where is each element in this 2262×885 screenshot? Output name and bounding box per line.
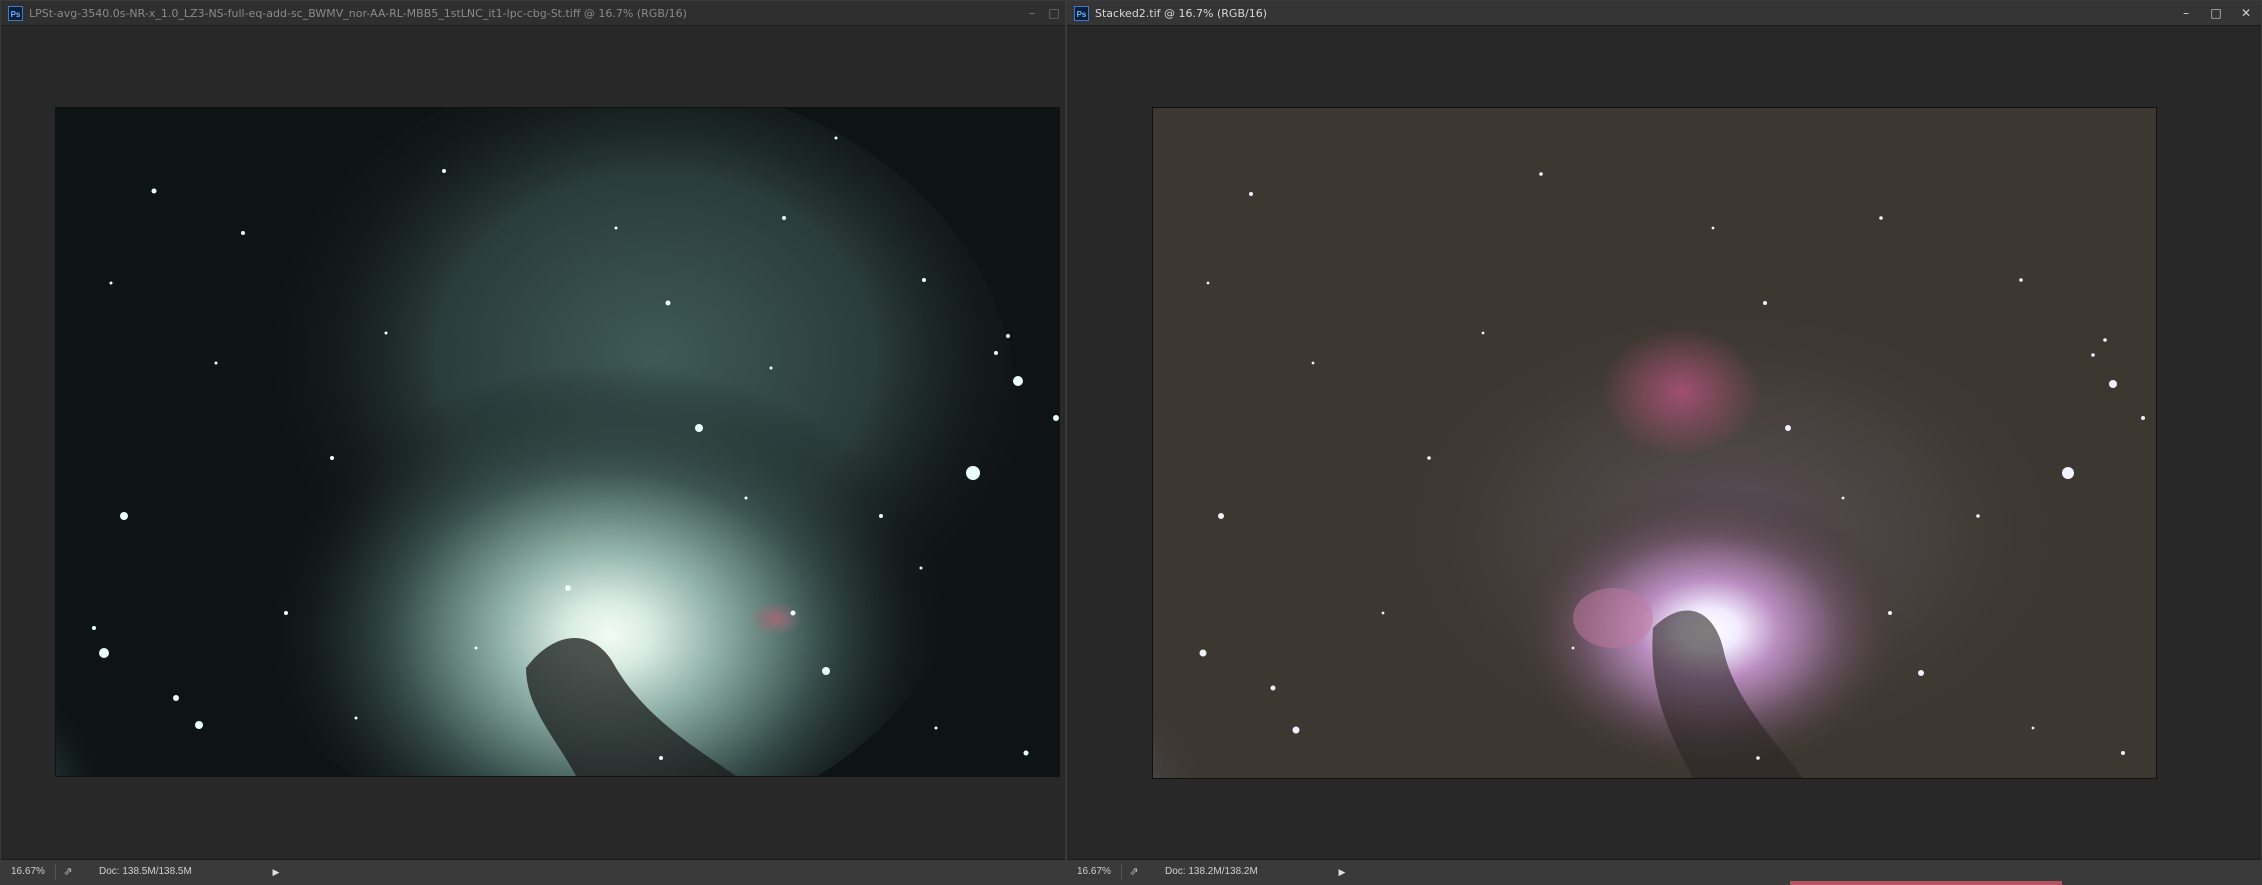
minimize-button[interactable]: – — [2171, 3, 2201, 23]
nebula-image[interactable] — [56, 108, 1059, 776]
nebula-image-graphic — [1153, 108, 2156, 778]
status-menu-arrow-icon[interactable]: ▶ — [1335, 867, 1349, 878]
minimize-button[interactable]: – — [1021, 3, 1043, 23]
photoshop-workspace: Ps LPSt-avg-3540.0s-NR-x_1.0_LZ3-NS-full… — [0, 0, 2262, 885]
document-size-info: Doc: 138.5M/138.5M — [99, 866, 192, 877]
nebula-image[interactable] — [1153, 108, 2156, 778]
document-window-right[interactable]: Ps Stacked2.tif @ 16.7% (RGB/16) – □ ✕ 1… — [1066, 0, 2262, 885]
document-title: LPSt-avg-3540.0s-NR-x_1.0_LZ3-NS-full-eq… — [29, 6, 687, 20]
maximize-button[interactable]: □ — [2201, 3, 2231, 23]
document-canvas-area[interactable] — [1067, 26, 2261, 860]
status-bar: 16.67% ⇗ Doc: 138.2M/138.2M ▶ — [1067, 859, 2261, 884]
panel-accent-bar — [1790, 881, 2062, 885]
status-bar: 16.67% ⇗ Doc: 138.5M/138.5M ▶ — [1, 859, 1065, 884]
zoom-level[interactable]: 16.67% — [1067, 864, 1122, 880]
maximize-button[interactable]: □ — [1043, 3, 1065, 23]
share-icon[interactable]: ⇗ — [1125, 864, 1143, 880]
close-button[interactable]: ✕ — [2231, 3, 2261, 23]
window-buttons: – □ ✕ — [2171, 1, 2261, 25]
status-menu-arrow-icon[interactable]: ▶ — [269, 867, 283, 878]
nebula-image-graphic — [56, 108, 1059, 776]
zoom-level[interactable]: 16.67% — [1, 864, 56, 880]
document-canvas-area[interactable] — [1, 26, 1065, 860]
document-window-left[interactable]: Ps LPSt-avg-3540.0s-NR-x_1.0_LZ3-NS-full… — [0, 0, 1066, 885]
photoshop-app-icon: Ps — [8, 5, 23, 21]
window-buttons: – □ — [1021, 1, 1065, 25]
document-size-info: Doc: 138.2M/138.2M — [1165, 866, 1258, 877]
share-icon[interactable]: ⇗ — [59, 864, 77, 880]
document-title-bar[interactable]: Ps LPSt-avg-3540.0s-NR-x_1.0_LZ3-NS-full… — [1, 1, 1065, 26]
document-title-bar[interactable]: Ps Stacked2.tif @ 16.7% (RGB/16) – □ ✕ — [1067, 1, 2261, 26]
document-title: Stacked2.tif @ 16.7% (RGB/16) — [1095, 6, 1267, 20]
photoshop-app-icon: Ps — [1074, 5, 1089, 21]
